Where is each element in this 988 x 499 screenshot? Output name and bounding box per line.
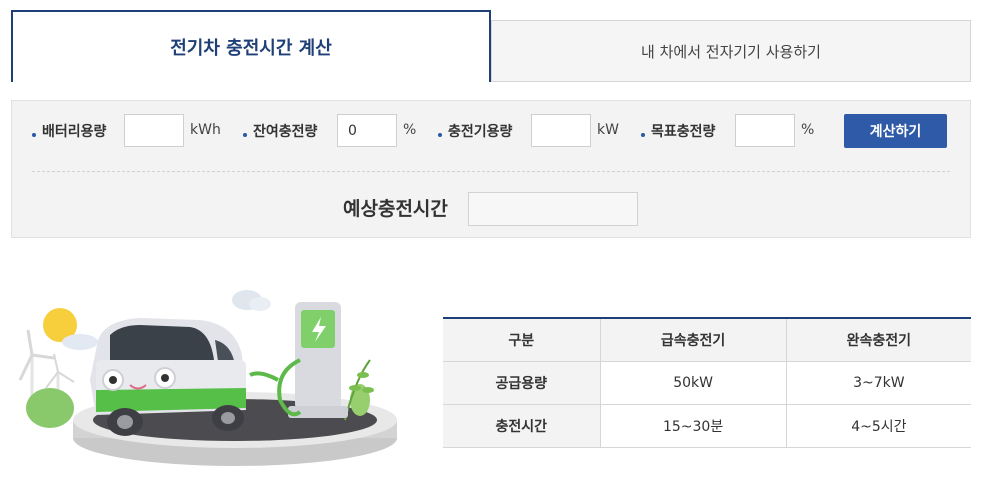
tab-use-electronics-in-car[interactable]: 내 차에서 전자기기 사용하기 <box>491 20 971 82</box>
cell-slow-time: 4~5시간 <box>786 404 971 448</box>
ev-charging-illustration <box>18 290 397 466</box>
estimated-charge-time-label: 예상충전시간 <box>343 198 448 220</box>
charger-capacity-label-text: 충전기용량 <box>448 124 513 140</box>
row-label-charging-time: 충전시간 <box>443 404 601 448</box>
cell-fast-time: 15~30분 <box>600 404 787 448</box>
table-header-row: 구분 급속충전기 완속충전기 <box>443 318 971 362</box>
battery-capacity-label-text: 배터리용량 <box>42 124 107 140</box>
bullet-icon <box>32 133 36 137</box>
remaining-charge-input[interactable] <box>337 114 397 147</box>
battery-unit: kWh <box>190 122 221 138</box>
cell-fast-supply: 50kW <box>600 361 787 405</box>
battery-capacity-label: 배터리용량 <box>32 121 106 141</box>
remaining-unit: % <box>403 122 417 138</box>
table-header-slow-charger: 완속충전기 <box>786 318 971 362</box>
cell-slow-supply: 3~7kW <box>786 361 971 405</box>
bullet-icon <box>438 133 442 137</box>
row-label-supply-capacity: 공급용량 <box>443 361 601 405</box>
remaining-charge-label: 잔여충전량 <box>243 121 317 141</box>
tab-ev-charging-time[interactable]: 전기차 충전시간 계산 <box>11 10 491 82</box>
table-header-fast-charger: 급속충전기 <box>600 318 787 362</box>
target-charge-label-text: 목표충전량 <box>651 124 716 140</box>
charger-spec-table: 구분 급속충전기 완속충전기 공급용량 50kW 3~7kW 충전시간 15~3… <box>443 317 971 448</box>
charger-capacity-label: 충전기용량 <box>438 121 512 141</box>
table-row: 충전시간 15~30분 4~5시간 <box>443 404 971 448</box>
table-header-category: 구분 <box>443 318 601 362</box>
target-charge-input[interactable] <box>735 114 795 147</box>
bullet-icon <box>641 133 645 137</box>
bullet-icon <box>243 133 247 137</box>
calculate-button[interactable]: 계산하기 <box>844 114 947 148</box>
estimated-charge-time-output <box>468 192 638 226</box>
charger-unit: kW <box>597 122 619 138</box>
battery-capacity-input[interactable] <box>124 114 184 147</box>
target-charge-label: 목표충전량 <box>641 121 715 141</box>
target-unit: % <box>801 122 815 138</box>
charger-capacity-input[interactable] <box>531 114 591 147</box>
divider <box>32 171 950 172</box>
table-row: 공급용량 50kW 3~7kW <box>443 361 971 405</box>
remaining-charge-label-text: 잔여충전량 <box>253 124 318 140</box>
